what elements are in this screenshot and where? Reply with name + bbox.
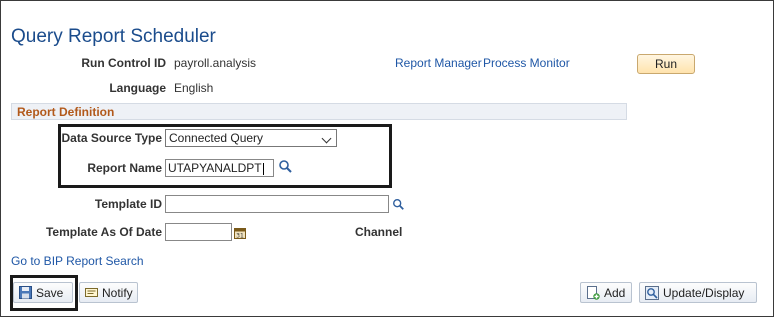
language-value: English	[174, 81, 214, 95]
notify-button[interactable]: Notify	[79, 282, 138, 303]
add-label: Add	[604, 285, 626, 300]
template-date-label: Template As Of Date	[45, 225, 162, 239]
save-button[interactable]: Save	[13, 282, 73, 303]
floppy-disk-icon	[19, 286, 32, 299]
run-control-label: Run Control ID	[81, 56, 166, 70]
add-document-icon	[587, 285, 600, 300]
report-name-label: Report Name	[87, 161, 162, 175]
template-id-input[interactable]	[165, 195, 389, 213]
report-name-input[interactable]: UTAPYANALDPT	[165, 159, 274, 177]
report-manager-link[interactable]: Report Manager	[395, 56, 482, 70]
update-display-button[interactable]: Update/Display	[639, 282, 757, 303]
language-label: Language	[109, 81, 166, 95]
run-control-value: payroll.analysis	[174, 56, 257, 70]
report-name-value: UTAPYANALDPT	[168, 161, 262, 175]
template-date-input[interactable]	[165, 223, 232, 241]
data-source-type-select[interactable]: Connected Query	[165, 129, 337, 147]
magnifier-icon[interactable]	[278, 159, 293, 174]
calendar-icon[interactable]: 31	[234, 227, 246, 239]
process-monitor-link[interactable]: Process Monitor	[483, 56, 570, 70]
channel-label: Channel	[355, 225, 403, 239]
magnifier-icon[interactable]	[392, 198, 405, 211]
template-id-label: Template ID	[94, 197, 162, 211]
page-title: Query Report Scheduler	[11, 26, 216, 47]
svg-text:31: 31	[236, 233, 244, 240]
notify-icon	[85, 288, 98, 297]
add-button[interactable]: Add	[580, 282, 632, 303]
data-source-type-label: Data Source Type	[61, 131, 162, 145]
data-source-type-value: Connected Query	[169, 131, 264, 145]
text-cursor	[262, 162, 264, 175]
update-display-label: Update/Display	[663, 285, 745, 300]
notify-label: Notify	[102, 285, 133, 300]
chevron-down-icon	[321, 133, 332, 144]
bip-report-search-link[interactable]: Go to BIP Report Search	[11, 254, 144, 268]
update-display-icon	[645, 285, 659, 300]
save-label: Save	[36, 285, 64, 300]
section-title: Report Definition	[17, 105, 115, 119]
run-button[interactable]: Run	[637, 54, 695, 74]
report-definition-section: Report Definition	[11, 103, 627, 120]
